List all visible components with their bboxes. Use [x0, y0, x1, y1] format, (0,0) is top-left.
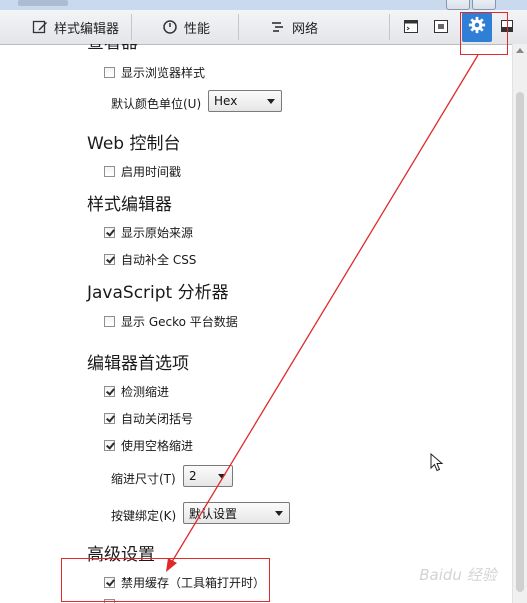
annotation-arrow [166, 54, 479, 572]
watermark-text: Baidu 经验 [419, 565, 497, 584]
baidu-watermark-logo: Baidu 经验 [398, 548, 518, 600]
devtools-window: 样式编辑器 性能 网络 显示浏览器样式 默认颜色单位(U) Hex Web 控制… [0, 0, 527, 603]
